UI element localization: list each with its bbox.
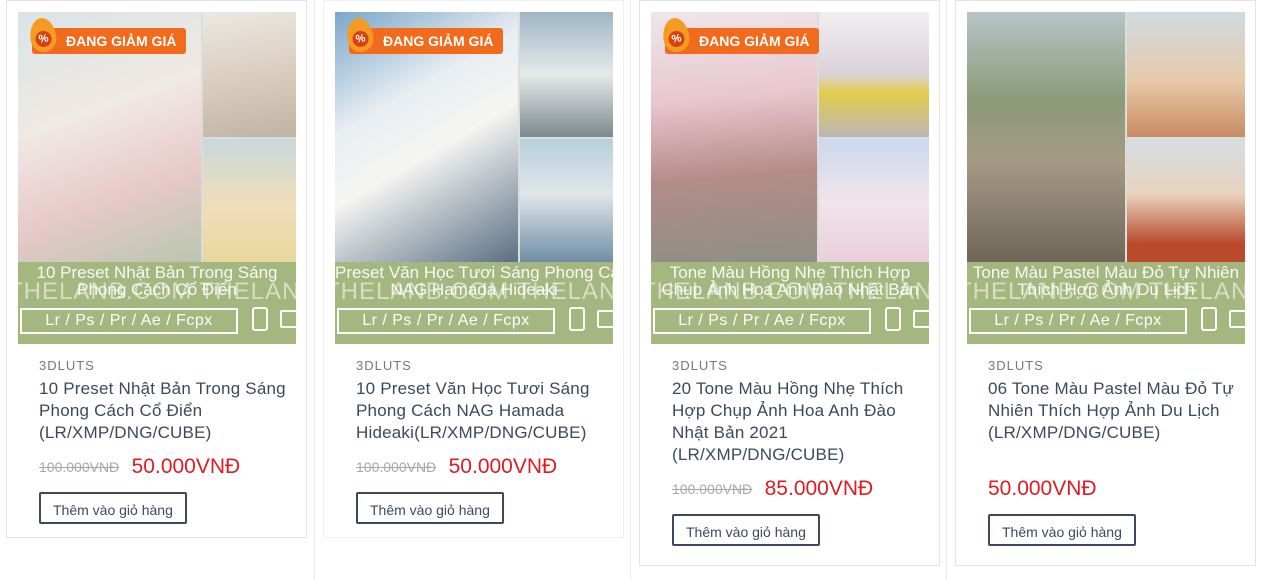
product-title[interactable]: 20 Tone Màu Hồng Nhẹ Thích Hợp Chụp Ảnh … (672, 378, 922, 466)
price-block: 50.000VNĐ (988, 477, 1097, 501)
product-image[interactable]: Preset Văn Học Tươi Sáng Phong Cách NAG H… (335, 12, 613, 344)
phone-icon (569, 307, 585, 331)
add-to-cart-button[interactable]: Thêm vào giỏ hàng (356, 492, 504, 524)
image-banner: Tone Màu Hồng Nhẹ Thích Hợp Chụp Ảnh Hoa … (651, 262, 929, 344)
sale-price: 50.000VNĐ (448, 455, 558, 478)
phone-icon (885, 307, 901, 331)
photo-top-right (1127, 12, 1245, 137)
product-card: Tone Màu Pastel Màu Đỏ Tự Nhiên Thích Hợp… (955, 0, 1256, 566)
product-card: Tone Màu Hồng Nhẹ Thích Hợp Chụp Ảnh Hoa … (639, 0, 940, 566)
product-title[interactable]: 10 Preset Nhật Bản Trong Sáng Phong Cách… (39, 378, 289, 444)
photo-bottom-right (203, 139, 296, 262)
photo-main (967, 12, 1125, 262)
photo-bottom-right (819, 139, 929, 262)
format-list: Lr / Ps / Pr / Ae / Fcpx (653, 308, 871, 334)
sale-badge: ĐANG GIẢM GIÁ (344, 16, 504, 54)
price-block: 100.000VNĐ 50.000VNĐ (356, 455, 557, 479)
product-image[interactable]: Tone Màu Pastel Màu Đỏ Tự Nhiên Thích Hợp… (967, 12, 1245, 344)
image-banner: Preset Văn Học Tươi Sáng Phong Cách NAG H… (335, 262, 613, 344)
watermark: THELANB.COM THELANB.COM (967, 278, 1245, 305)
format-list: Lr / Ps / Pr / Ae / Fcpx (20, 308, 238, 334)
photo-top-right (819, 12, 929, 137)
old-price: 100.000VNĐ (39, 459, 120, 475)
product-title[interactable]: 10 Preset Văn Học Tươi Sáng Phong Cách N… (356, 378, 606, 444)
photo-top-right (203, 12, 296, 137)
sale-badge: ĐANG GIẢM GIÁ (660, 16, 820, 54)
product-title[interactable]: 06 Tone Màu Pastel Màu Đỏ Tự Nhiên Thích… (988, 378, 1238, 444)
laptop-icon (280, 310, 296, 328)
sale-badge-label: ĐANG GIẢM GIÁ (66, 33, 177, 49)
sale-price: 50.000VNĐ (988, 477, 1097, 500)
column-divider (630, 0, 631, 580)
sale-badge-label: ĐANG GIẢM GIÁ (383, 33, 494, 49)
photo-top-right (520, 12, 613, 137)
laptop-icon (1229, 310, 1245, 328)
sale-badge: ĐANG GIẢM GIÁ (27, 16, 187, 54)
price-block: 100.000VNĐ 85.000VNĐ (672, 477, 873, 501)
column-divider (314, 0, 315, 580)
product-category[interactable]: 3DLUTS (988, 358, 1044, 373)
watermark: THELANB.COM THELANB.COM (335, 278, 613, 305)
sale-badge-label: ĐANG GIẢM GIÁ (699, 33, 810, 49)
product-card: Preset Văn Học Tươi Sáng Phong Cách NAG H… (323, 0, 624, 538)
product-grid: 10 Preset Nhật Bản Trong Sáng Phong Cách … (0, 0, 1262, 580)
old-price: 100.000VNĐ (672, 481, 753, 497)
image-banner: 10 Preset Nhật Bản Trong Sáng Phong Cách … (18, 262, 296, 344)
photo-bottom-right (520, 139, 613, 262)
column-divider (946, 0, 947, 580)
watermark: THELANB.COM THELANB.COM (18, 278, 296, 305)
product-image[interactable]: Tone Màu Hồng Nhẹ Thích Hợp Chụp Ảnh Hoa … (651, 12, 929, 344)
sale-price: 85.000VNĐ (764, 477, 874, 500)
product-category[interactable]: 3DLUTS (356, 358, 412, 373)
format-list: Lr / Ps / Pr / Ae / Fcpx (969, 308, 1187, 334)
product-card: 10 Preset Nhật Bản Trong Sáng Phong Cách … (6, 0, 307, 538)
laptop-icon (913, 310, 929, 328)
photo-bottom-right (1127, 139, 1245, 262)
old-price: 100.000VNĐ (356, 459, 437, 475)
price-block: 100.000VNĐ 50.000VNĐ (39, 455, 240, 479)
add-to-cart-button[interactable]: Thêm vào giỏ hàng (672, 514, 820, 546)
watermark: THELANB.COM THELANB.COM (651, 278, 929, 305)
product-category[interactable]: 3DLUTS (39, 358, 95, 373)
product-category[interactable]: 3DLUTS (672, 358, 728, 373)
laptop-icon (597, 310, 613, 328)
sale-price: 50.000VNĐ (131, 455, 241, 478)
add-to-cart-button[interactable]: Thêm vào giỏ hàng (39, 492, 187, 524)
format-list: Lr / Ps / Pr / Ae / Fcpx (337, 308, 555, 334)
add-to-cart-button[interactable]: Thêm vào giỏ hàng (988, 514, 1136, 546)
product-image[interactable]: 10 Preset Nhật Bản Trong Sáng Phong Cách … (18, 12, 296, 344)
phone-icon (252, 307, 268, 331)
phone-icon (1201, 307, 1217, 331)
image-banner: Tone Màu Pastel Màu Đỏ Tự Nhiên Thích Hợp… (967, 262, 1245, 344)
